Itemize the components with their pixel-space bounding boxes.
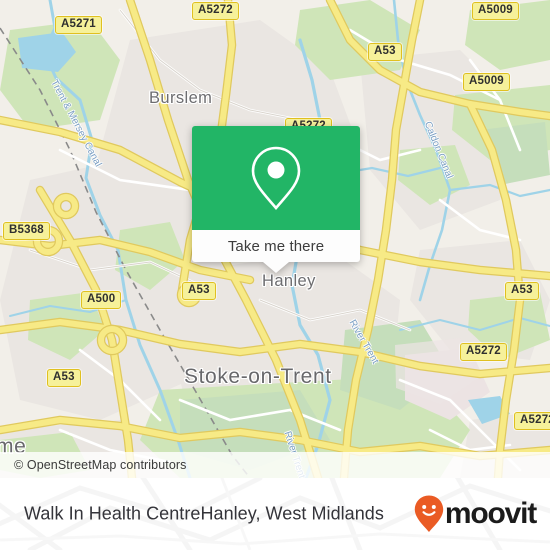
road-shield-a53-right: A53: [505, 282, 539, 300]
map-canvas[interactable]: Burslem Hanley Stoke-on-Trent me Trent &…: [0, 0, 550, 478]
road-shield-a5272-bottom-right: A5272: [514, 412, 550, 430]
road-shield-a500: A500: [81, 291, 122, 309]
moovit-logo: moovit: [414, 495, 537, 533]
map-pin-icon: [251, 146, 301, 211]
road-shield-a53-top: A53: [368, 43, 402, 61]
footer-bar: Walk In Health CentreHanley, West Midlan…: [0, 478, 550, 550]
place-popup-card[interactable]: Take me there: [192, 126, 360, 273]
take-me-there-button[interactable]: Take me there: [192, 230, 360, 262]
road-shield-a53-bottom-left: A53: [47, 369, 81, 387]
page-title: Walk In Health CentreHanley, West Midlan…: [24, 503, 384, 524]
road-shield-a5272-top: A5272: [192, 2, 239, 20]
moovit-smiley-pin-icon: [414, 495, 444, 532]
road-shield-a5272-right: A5272: [460, 343, 507, 361]
road-shield-a5271: A5271: [55, 16, 102, 34]
road-shield-a5009-top: A5009: [472, 2, 519, 20]
moovit-wordmark: moovit: [444, 497, 537, 530]
popup-tail-pointer: [263, 262, 289, 273]
osm-attribution: © OpenStreetMap contributors: [0, 452, 550, 478]
road-shield-a53-hanley: A53: [182, 282, 216, 300]
road-shield-b5368: B5368: [3, 222, 50, 240]
road-shield-a5009-upper: A5009: [463, 73, 510, 91]
osm-attribution-text: © OpenStreetMap contributors: [14, 458, 187, 472]
place-popup-icon-area: [192, 126, 360, 230]
